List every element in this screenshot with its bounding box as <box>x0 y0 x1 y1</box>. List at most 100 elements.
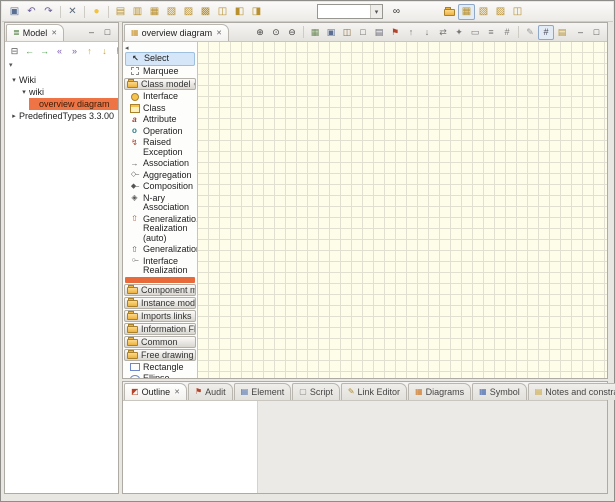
move-down-icon[interactable]: ↓ <box>97 43 112 59</box>
tab-outline[interactable]: ◩Outline✕ <box>124 383 187 400</box>
close-icon[interactable]: ✕ <box>51 29 57 37</box>
diagram-canvas[interactable] <box>198 42 607 378</box>
tab-symbol[interactable]: ▦Symbol <box>472 383 527 400</box>
nav-forward-icon[interactable]: → <box>37 43 52 59</box>
create-diagram-icon[interactable]: ◨ <box>248 4 265 20</box>
main-toolbar-combo[interactable]: ▾ <box>317 4 383 19</box>
tab-notes-and-constraints[interactable]: ▤Notes and constraints <box>528 383 615 400</box>
palette-collapse-icon[interactable]: ◂ <box>125 44 129 52</box>
close-icon[interactable]: ✕ <box>174 388 180 396</box>
palette-tool-association[interactable]: Association <box>123 158 197 170</box>
grid-visible-icon[interactable]: # <box>499 25 515 40</box>
perspective-dev-icon[interactable]: ▨ <box>492 4 509 20</box>
palette-tool-aggregation[interactable]: Aggregation <box>123 170 197 182</box>
bring-front-icon[interactable]: ↑ <box>403 25 419 40</box>
prev-related-icon[interactable]: « <box>52 43 67 59</box>
copy-diagram-icon[interactable]: ◫ <box>339 25 355 40</box>
palette-section-component-mo[interactable]: Component mo... <box>124 284 196 296</box>
palette-section-free-drawing[interactable]: Free drawing« <box>124 349 196 361</box>
next-related-icon[interactable]: » <box>67 43 82 59</box>
palette-section-information-flo[interactable]: Information Flo... <box>124 323 196 335</box>
search-binoculars-icon[interactable]: ∞ <box>388 4 405 20</box>
palette-section-class-model[interactable]: Class model« <box>124 78 196 90</box>
save-icon[interactable]: ▣ <box>6 4 23 20</box>
palette-tool-raised-exception[interactable]: Raised Exception <box>123 137 197 158</box>
create-usecase-icon[interactable]: ◫ <box>214 4 231 20</box>
palette-section-instance-model[interactable]: Instance model <box>124 297 196 309</box>
tree-item-overview-diagram[interactable]: overview diagram <box>5 98 118 110</box>
palette-section-imports-links[interactable]: Imports links <box>124 310 196 322</box>
create-datatype-icon[interactable]: ▧ <box>163 4 180 20</box>
palette-tool-composition[interactable]: Composition <box>123 181 197 193</box>
tab-audit[interactable]: ⚑Audit <box>188 383 233 400</box>
lightbulb-icon[interactable]: ● <box>88 4 105 20</box>
tab-element[interactable]: ▤Element <box>234 383 292 400</box>
zoom-out-icon[interactable]: ⊖ <box>284 25 300 40</box>
minimize-icon[interactable]: – <box>575 27 586 37</box>
move-up-icon[interactable]: ↑ <box>82 43 97 59</box>
distribute-icon[interactable]: ✦ <box>451 25 467 40</box>
redo-icon[interactable]: ↷ <box>40 4 57 20</box>
tab-diagrams[interactable]: ▦Diagrams <box>408 383 471 400</box>
palette-tool-select[interactable]: Select <box>125 52 195 66</box>
palette-tool-rectangle[interactable]: Rectangle <box>123 362 197 374</box>
nav-back-icon[interactable]: ← <box>22 43 37 59</box>
collapse-all-icon[interactable]: ⊟ <box>7 43 22 59</box>
tab-model[interactable]: ≣ Model ✕ <box>6 24 64 41</box>
close-icon[interactable]: ✕ <box>216 29 222 37</box>
palette-item-clipped[interactable] <box>125 277 195 283</box>
minimize-icon[interactable]: – <box>86 27 97 37</box>
palette-tool-marquee[interactable]: Marquee <box>123 66 197 78</box>
palette-tool-attribute[interactable]: Attribute <box>123 114 197 126</box>
undo-icon[interactable]: ↶ <box>23 4 40 20</box>
tree-item-predefinedtypes-3-3-00[interactable]: ▸PredefinedTypes 3.3.00 <box>5 110 118 122</box>
tree-expander-icon[interactable]: ▾ <box>9 76 19 84</box>
create-component-icon[interactable]: ▩ <box>197 4 214 20</box>
perspective-analyst-icon[interactable]: ▧ <box>475 4 492 20</box>
marker-icon[interactable]: ⚑ <box>387 25 403 40</box>
tree-expander-icon[interactable]: ▸ <box>9 112 19 120</box>
pen-style-icon[interactable]: ✎ <box>522 25 538 40</box>
palette-tool-interface[interactable]: Interface <box>123 91 197 103</box>
export-image-icon[interactable]: ▦ <box>307 25 323 40</box>
palette-tool-n-ary-association[interactable]: N-ary Association <box>123 193 197 214</box>
palette-tool-operation[interactable]: Operation <box>123 126 197 138</box>
palette-tool-ellipse[interactable]: Ellipse <box>123 373 197 378</box>
collapse-chevron-icon[interactable]: « <box>194 81 196 88</box>
quick-search-input[interactable] <box>318 6 370 17</box>
view-menu-icon[interactable]: ▾ <box>9 61 13 69</box>
tree-expander-icon[interactable]: ▾ <box>19 88 29 96</box>
show-overview-icon[interactable]: □ <box>355 25 371 40</box>
palette-tool-class[interactable]: Class <box>123 103 197 115</box>
perspective-doc-icon[interactable]: ◫ <box>509 4 526 20</box>
create-class-icon[interactable]: ▥ <box>129 4 146 20</box>
page-layout-icon[interactable]: ≡ <box>483 25 499 40</box>
align-icon[interactable]: ⇄ <box>435 25 451 40</box>
create-actor-icon[interactable]: ◧ <box>231 4 248 20</box>
palette-tool-generalizatio-realization-auto[interactable]: Generalizatio... Realization (auto) <box>123 214 197 245</box>
zoom-in-icon[interactable]: ⊕ <box>252 25 268 40</box>
combo-dropdown-icon[interactable]: ▾ <box>370 5 382 18</box>
palette-tool-generalization[interactable]: Generalization <box>123 244 197 256</box>
perspective-uml-icon[interactable]: ▦ <box>458 4 475 20</box>
delete-icon[interactable]: ✕ <box>64 4 81 20</box>
palette-section-common[interactable]: Common <box>124 336 196 348</box>
layers-icon[interactable]: ▤ <box>554 25 570 40</box>
tree-item-wiki[interactable]: ▾wiki <box>5 86 118 98</box>
open-model-icon[interactable] <box>441 4 458 20</box>
tab-overview-diagram[interactable]: ▦ overview diagram ✕ <box>124 24 229 41</box>
palette-tool-interface-realization[interactable]: Interface Realization <box>123 256 197 277</box>
tab-link-editor[interactable]: ✎Link Editor <box>341 383 407 400</box>
create-package-icon[interactable]: ▤ <box>112 4 129 20</box>
maximize-icon[interactable]: □ <box>591 27 602 37</box>
zoom-100-icon[interactable]: ⊙ <box>268 25 284 40</box>
flag-icon[interactable]: ⚑ <box>112 43 118 59</box>
snap-grid-icon[interactable]: # <box>538 25 554 40</box>
fit-content-icon[interactable]: ▭ <box>467 25 483 40</box>
send-back-icon[interactable]: ↓ <box>419 25 435 40</box>
print-icon[interactable]: ▤ <box>371 25 387 40</box>
tree-item-wiki[interactable]: ▾Wiki <box>5 74 118 86</box>
outline-view-content[interactable] <box>123 401 258 493</box>
save-diagram-icon[interactable]: ▣ <box>323 25 339 40</box>
maximize-icon[interactable]: □ <box>102 27 113 37</box>
